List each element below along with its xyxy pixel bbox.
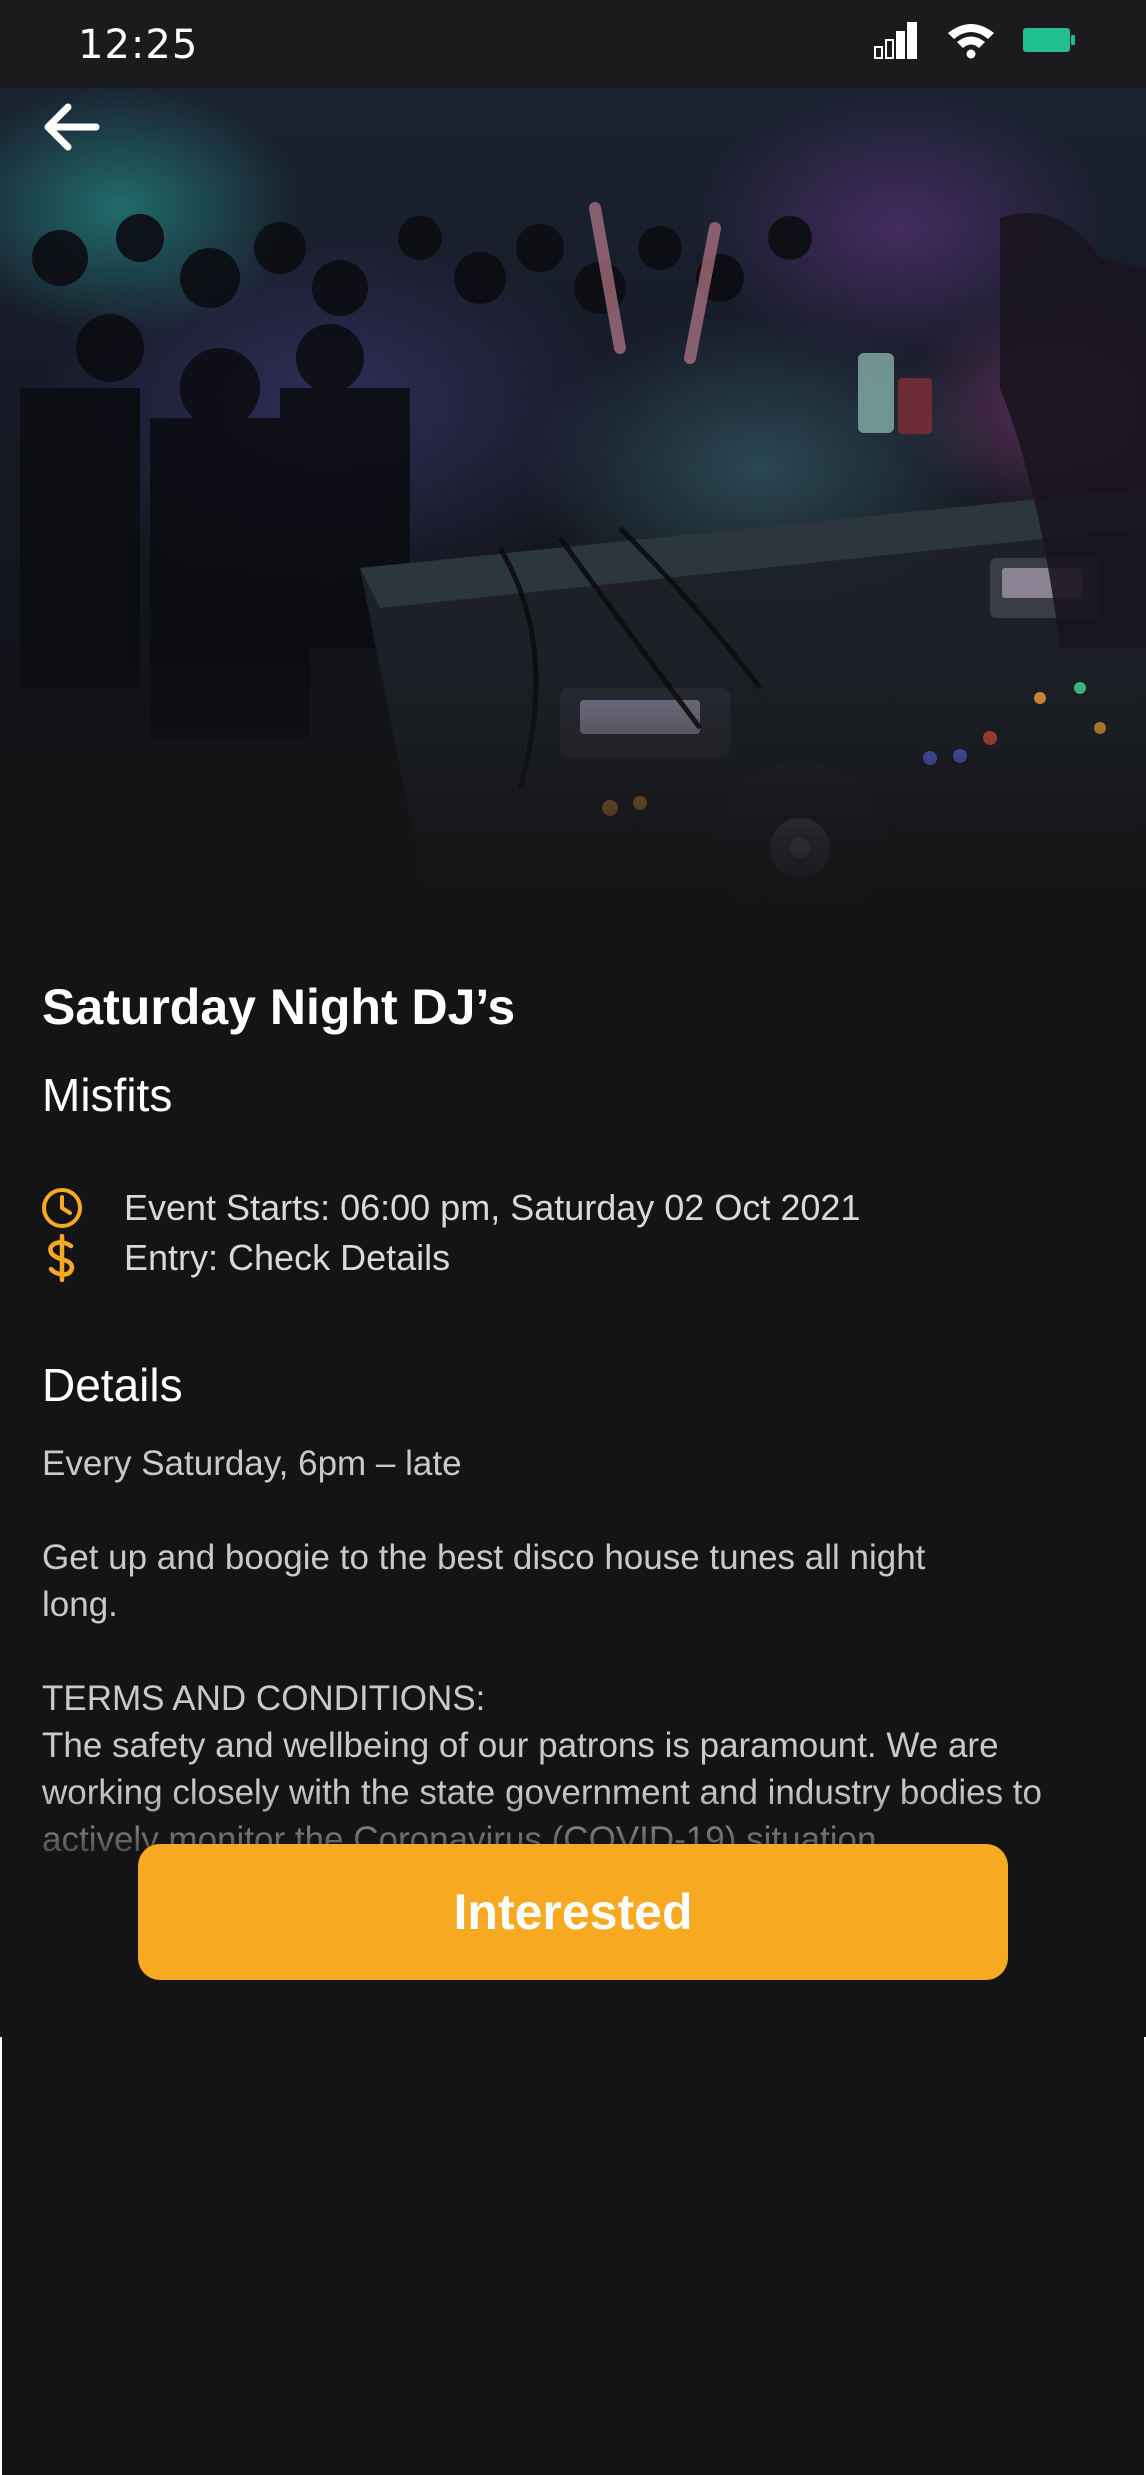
event-start-text: Event Starts: 06:00 pm, Saturday 02 Oct … — [124, 1187, 861, 1228]
event-entry-row: Entry: Check Details — [40, 1234, 450, 1282]
interested-button[interactable]: Interested — [138, 1844, 1008, 1980]
arrow-left-icon — [36, 103, 106, 166]
battery-icon — [1022, 25, 1076, 60]
event-title: Saturday Night DJ’s — [42, 979, 516, 1035]
signal-icon — [874, 21, 920, 64]
details-schedule: Every Saturday, 6pm – late — [42, 1444, 462, 1483]
status-time: 12:25 — [78, 22, 199, 68]
event-detail-screen: 12:25 Saturday Night DJ’s Misfits Event … — [0, 0, 1146, 2475]
terms-title: TERMS AND CONDITIONS: — [42, 1679, 486, 1718]
details-description: Get up and boogie to the best disco hous… — [42, 1538, 926, 1624]
back-button[interactable] — [36, 92, 106, 162]
event-start-row: Event Starts: 06:00 pm, Saturday 02 Oct … — [40, 1184, 860, 1232]
venue-name: Misfits — [42, 1069, 173, 1121]
empty-bottom-area — [0, 2037, 1146, 2475]
status-bar: 12:25 — [0, 0, 1146, 88]
event-entry-text: Entry: Check Details — [124, 1237, 451, 1278]
clock-icon — [40, 1186, 84, 1230]
event-hero-image — [0, 88, 1146, 918]
hero-gradient-overlay — [0, 658, 1146, 918]
status-icons — [874, 21, 1076, 64]
details-heading: Details — [42, 1359, 183, 1411]
wifi-icon — [946, 21, 996, 64]
interested-button-label: Interested — [453, 1884, 693, 1940]
dollar-icon — [40, 1234, 84, 1282]
